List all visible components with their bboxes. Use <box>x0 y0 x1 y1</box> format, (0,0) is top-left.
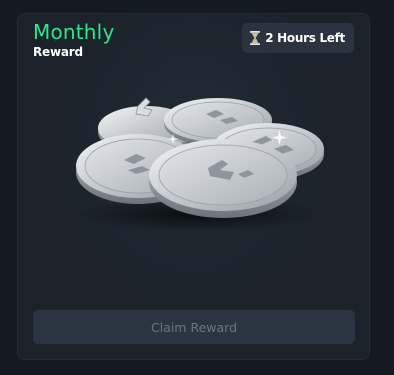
time-left-badge: 2 Hours Left <box>242 23 354 53</box>
hourglass-icon <box>250 31 261 45</box>
reward-card: Monthly Reward 2 Hours Left Claim Reward <box>17 13 370 360</box>
claim-reward-button[interactable]: Claim Reward <box>33 310 355 344</box>
time-left-label: 2 Hours Left <box>265 31 345 45</box>
reward-title: Monthly <box>33 20 115 44</box>
silver-coins-image <box>76 97 324 232</box>
reward-subtitle: Reward <box>33 45 83 59</box>
